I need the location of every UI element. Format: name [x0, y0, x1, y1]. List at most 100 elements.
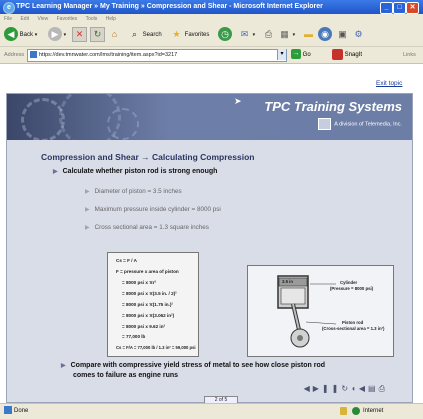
stop-button[interactable]: ✕: [72, 27, 87, 43]
diameter-label: 3.5 in: [282, 279, 293, 284]
window-title: TPC Learning Manager » My Training » Com…: [16, 3, 323, 10]
messenger-button[interactable]: ▣: [336, 27, 349, 43]
links-label[interactable]: Links: [403, 47, 416, 63]
menu-icon[interactable]: ▤: [368, 384, 379, 393]
slide-header: ➤ TPC Training Systems A division of Tel…: [7, 94, 412, 140]
slide: ➤ TPC Training Systems A division of Tel…: [6, 93, 413, 405]
bullet-text: Compare with compressive yield stress of…: [70, 362, 326, 369]
extra-tool-icon: ⚙: [354, 28, 363, 39]
bullet-main-2: ▶ Compare with compressive yield stress o…: [61, 362, 325, 369]
rod-label: Piston rod: [342, 320, 364, 325]
stop-icon: ✕: [72, 27, 87, 42]
pause-icon[interactable]: ❚❚: [322, 384, 341, 393]
back-arrow-icon: ◀: [4, 27, 18, 42]
home-button[interactable]: ⌂: [108, 27, 121, 43]
prev-icon[interactable]: ◀: [304, 384, 313, 393]
print-button[interactable]: ⎙: [262, 27, 275, 43]
bullet-arrow-icon: ▶: [85, 207, 90, 213]
snagit-icon: [332, 49, 343, 60]
refresh-icon: ↻: [90, 27, 105, 42]
print-icon: ⎙: [264, 28, 273, 39]
folder-button[interactable]: ▬: [302, 27, 315, 43]
go-button[interactable]: → Go: [291, 49, 311, 61]
close-button[interactable]: ✕: [406, 2, 419, 14]
bullet-arrow-icon: ▶: [61, 363, 66, 369]
menu-file[interactable]: File: [4, 16, 12, 22]
menu-tools[interactable]: Tools: [86, 16, 98, 22]
globe-icon: [352, 407, 360, 415]
messenger-icon: ▣: [338, 28, 347, 39]
bullet-sub-2: ▶ Maximum pressure inside cylinder = 8000…: [85, 206, 221, 213]
formula-line: = 8000 psi x π(3.5 in. / 2)²: [122, 291, 177, 296]
cylinder-label: Cylinder: [340, 280, 358, 285]
go-arrow-icon: →: [291, 49, 301, 60]
menu-bar: File Edit View Favorites Tools Help: [0, 14, 423, 24]
status-text: Done: [14, 408, 29, 414]
title-bar: e TPC Learning Manager » My Training » C…: [0, 0, 423, 14]
toolbar: ◀ Back ▾ ▶ ▾ ✕ ↻ ⌂ ⌕ Search ★ Favorites …: [0, 24, 423, 47]
windows-logo-icon: [403, 14, 421, 24]
edit-icon: ▦: [280, 28, 289, 39]
menu-view[interactable]: View: [37, 16, 48, 22]
address-bar: Address https://dev.tmnwater.com/lms/tra…: [0, 47, 423, 64]
favorites-star-icon: ★: [172, 28, 181, 39]
folder-icon: ▬: [304, 28, 313, 39]
formula-line: Cs = F / A: [116, 258, 137, 263]
go-label: Go: [302, 52, 311, 58]
lock-icon: [340, 407, 347, 415]
brand-subtitle: A division of Telemedia, Inc.: [318, 118, 402, 130]
status-bar: Done Internet: [0, 403, 423, 419]
print-slide-icon[interactable]: ⎙: [379, 384, 388, 393]
menu-favorites[interactable]: Favorites: [57, 16, 78, 22]
history-icon: ◷: [218, 27, 232, 42]
snagit-button[interactable]: SnagIt: [332, 49, 362, 61]
play-icon[interactable]: ▶: [313, 384, 322, 393]
page-content: Exit topic ➤ TPC Training Systems A divi…: [0, 64, 423, 405]
exit-topic-link[interactable]: Exit topic: [376, 80, 402, 87]
refresh-button[interactable]: ↻: [90, 27, 105, 43]
search-button[interactable]: ⌕ Search: [128, 27, 162, 43]
ie-logo-icon: e: [3, 2, 15, 14]
formula-line: Cs = F/A = 77,000 lb / 1.3 in² = 59,000 …: [116, 345, 196, 350]
brand-title: TPC Training Systems: [264, 99, 402, 114]
address-dropdown-icon[interactable]: ▾: [277, 49, 286, 60]
extra-tool-button[interactable]: ⚙: [352, 27, 365, 43]
mail-button[interactable]: ✉ ▾: [238, 27, 255, 43]
home-icon: ⌂: [111, 28, 118, 39]
forward-arrow-icon: ▶: [48, 27, 62, 42]
maximize-button[interactable]: □: [393, 2, 406, 14]
address-input[interactable]: https://dev.tmnwater.com/lms/training/it…: [27, 49, 287, 62]
bullet-arrow-icon: ▶: [85, 225, 90, 231]
address-url: https://dev.tmnwater.com/lms/training/it…: [39, 52, 178, 58]
bullet-arrow-icon: ▶: [53, 169, 58, 175]
bullet-text: Cross sectional area = 1.3 square inches: [94, 224, 209, 231]
bullet-main-1: ▶ Calculate whether piston rod is strong …: [53, 168, 217, 175]
formula-line: = 8000 psi x πr²: [122, 280, 157, 285]
menu-help[interactable]: Help: [106, 16, 116, 22]
search-icon: ⌕: [131, 28, 138, 39]
formula-line: = 8000 psi x 9.62 in²: [122, 324, 166, 329]
page-done-icon: [4, 406, 12, 415]
bullet-text: Calculate whether piston rod is strong e…: [62, 168, 218, 175]
minimize-button[interactable]: _: [380, 2, 393, 14]
bullet-sub-1: ▶ Diameter of piston = 3.5 inches: [85, 188, 182, 195]
replay-icon[interactable]: ↻: [341, 384, 351, 393]
volume-down-icon[interactable]: ◀: [359, 384, 368, 393]
snagit-label: SnagIt: [344, 52, 363, 59]
edit-button[interactable]: ▦ ▾: [278, 27, 295, 43]
research-icon: ◉: [318, 27, 332, 42]
mouse-cursor-icon: ➤: [234, 96, 242, 106]
audio-icon[interactable]: ◖: [351, 384, 359, 393]
page-icon: [30, 51, 37, 59]
favorites-label: Favorites: [184, 32, 210, 38]
slide-title: Compression and Shear → Calculating Comp…: [41, 152, 255, 162]
browser-window: e TPC Learning Manager » My Training » C…: [0, 0, 423, 419]
research-button[interactable]: ◉: [318, 27, 332, 43]
forward-button[interactable]: ▶ ▾: [48, 27, 66, 43]
favorites-button[interactable]: ★ Favorites: [170, 27, 209, 43]
back-button[interactable]: ◀ Back ▾: [4, 27, 37, 43]
back-dropdown-icon[interactable]: ▾: [35, 32, 38, 38]
menu-edit[interactable]: Edit: [20, 16, 29, 22]
history-button[interactable]: ◷: [218, 27, 232, 43]
bullet-sub-3: ▶ Cross sectional area = 1.3 square inche…: [85, 224, 209, 231]
